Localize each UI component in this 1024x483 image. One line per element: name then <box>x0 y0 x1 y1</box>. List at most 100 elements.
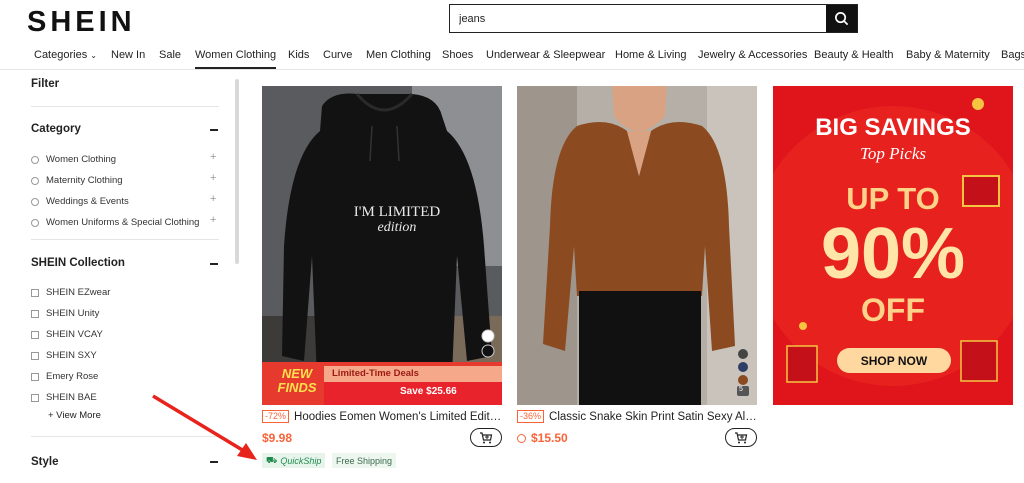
cart-plus-icon <box>735 431 748 443</box>
collapse-icon[interactable] <box>210 129 218 131</box>
product-title-row[interactable]: -36% Classic Snake Skin Print Satin Sexy… <box>517 410 757 423</box>
nav-label: Categories <box>34 49 88 61</box>
option-label: Women Clothing <box>46 154 117 165</box>
category-option[interactable]: Weddings & Events <box>31 196 129 207</box>
expand-plus-icon[interactable]: + <box>210 151 216 163</box>
search-button[interactable] <box>826 5 857 32</box>
quickship-tag: ⛟ QuickShip <box>262 453 326 468</box>
hoodie-photo <box>262 86 502 405</box>
product-price-row: $15.50 <box>517 431 568 445</box>
nav-shoes[interactable]: Shoes <box>442 49 473 61</box>
promo-banner[interactable]: BIG SAVINGS Top Picks UP TO 90% OFF SHOP… <box>773 86 1013 405</box>
shein-logo[interactable]: SHEIN <box>27 6 136 39</box>
nav-men-clothing[interactable]: Men Clothing <box>366 49 431 61</box>
nav-home-living[interactable]: Home & Living <box>615 49 687 61</box>
expand-plus-icon[interactable]: + <box>210 193 216 205</box>
collection-option[interactable]: Emery Rose <box>31 371 98 382</box>
option-label: Weddings & Events <box>46 196 129 207</box>
add-to-cart-button[interactable] <box>470 428 502 447</box>
sidebar-scrollbar[interactable] <box>235 79 239 264</box>
annotation-arrow <box>152 394 257 460</box>
checkbox[interactable] <box>31 309 39 318</box>
category-section-title[interactable]: Category <box>31 123 81 135</box>
option-label: SHEIN SXY <box>46 350 97 361</box>
search-icon <box>835 12 849 26</box>
checkbox[interactable] <box>31 393 39 402</box>
product-title-row[interactable]: -72% Hoodies Eomen Women's Limited Editi… <box>262 410 502 423</box>
nav-underwear-sleepwear[interactable]: Underwear & Sleepwear <box>486 49 605 61</box>
nav-curve[interactable]: Curve <box>323 49 352 61</box>
option-label: Maternity Clothing <box>46 175 123 186</box>
filter-title: Filter <box>31 78 60 90</box>
collapse-icon[interactable] <box>210 263 218 265</box>
radio-button[interactable] <box>31 218 39 227</box>
discount-badge: -36% <box>517 410 545 423</box>
category-option[interactable]: Women Uniforms & Special Clothing <box>31 217 199 228</box>
search-input[interactable] <box>450 5 826 32</box>
main-nav: Categories ⌄ New In Sale Women Clothing … <box>0 40 1024 70</box>
checkbox[interactable] <box>31 372 39 381</box>
clock-icon <box>517 433 526 443</box>
nav-bags[interactable]: Bags <box>1001 49 1024 61</box>
option-label: SHEIN Unity <box>46 308 100 319</box>
nav-women-clothing[interactable]: Women Clothing <box>195 49 277 69</box>
badge-line-finds: FINDS <box>277 380 317 395</box>
badge-line-new: NEW <box>281 366 313 381</box>
discount-badge: -72% <box>262 410 290 423</box>
collection-option[interactable]: SHEIN SXY <box>31 350 97 361</box>
divider <box>31 106 219 107</box>
print-line-2: edition <box>377 220 417 235</box>
nav-categories[interactable]: Categories ⌄ <box>34 49 97 61</box>
expand-plus-icon[interactable]: + <box>210 214 216 226</box>
collection-option[interactable]: SHEIN EZwear <box>31 287 110 298</box>
nav-baby-maternity[interactable]: Baby & Maternity <box>906 49 990 61</box>
promo-headline: BIG SAVINGS <box>815 114 971 141</box>
collection-option[interactable]: SHEIN VCAY <box>31 329 103 340</box>
radio-button[interactable] <box>31 155 39 164</box>
option-label: SHEIN VCAY <box>46 329 103 340</box>
radio-button[interactable] <box>31 176 39 185</box>
shein-page: SHEIN Categories ⌄ New In Sale Women Clo… <box>0 0 1024 483</box>
promo-up-to: UP TO <box>846 181 940 216</box>
satin-shirt-photo <box>517 86 757 405</box>
nav-beauty-health[interactable]: Beauty & Health <box>814 49 894 61</box>
nav-sale[interactable]: Sale <box>159 49 181 61</box>
radio-button[interactable] <box>31 197 39 206</box>
product-image[interactable]: 5 <box>517 86 757 405</box>
option-label: Women Uniforms & Special Clothing <box>46 217 200 228</box>
limited-time-deals-label: Limited-Time Deals <box>332 368 419 379</box>
product-title[interactable]: Classic Snake Skin Print Satin Sexy Allu… <box>549 411 757 423</box>
print-line-1: I'M LIMITED <box>353 204 441 220</box>
collection-option[interactable]: SHEIN Unity <box>31 308 99 319</box>
new-finds-badge: NEW FINDS <box>272 367 322 395</box>
nav-new-in[interactable]: New In <box>111 49 145 61</box>
checkbox[interactable] <box>31 288 39 297</box>
quickship-label: QuickShip <box>280 455 322 466</box>
category-option[interactable]: Women Clothing <box>31 154 116 165</box>
cart-plus-icon <box>480 431 493 443</box>
nav-jewelry-accessories[interactable]: Jewelry & Accessories <box>698 49 807 61</box>
add-to-cart-button[interactable] <box>725 428 757 447</box>
style-section-title[interactable]: Style <box>31 456 59 468</box>
divider <box>31 239 219 240</box>
promo-percent: 90% <box>820 214 966 294</box>
product-title[interactable]: Hoodies Eomen Women's Limited Edition... <box>294 411 502 423</box>
nav-kids[interactable]: Kids <box>288 49 309 61</box>
product-price: $15.50 <box>531 431 568 445</box>
checkbox[interactable] <box>31 351 39 360</box>
collection-section-title[interactable]: SHEIN Collection <box>31 257 125 269</box>
search-bar <box>449 4 858 33</box>
collection-option[interactable]: SHEIN BAE <box>31 392 97 403</box>
save-amount-label: Save $25.66 <box>400 386 457 397</box>
more-colors-count[interactable]: 5 <box>739 386 743 393</box>
option-label: Emery Rose <box>46 371 99 382</box>
expand-plus-icon[interactable]: + <box>210 172 216 184</box>
promo-subheadline: Top Picks <box>860 144 926 163</box>
category-option[interactable]: Maternity Clothing <box>31 175 123 186</box>
checkbox[interactable] <box>31 330 39 339</box>
option-label: SHEIN EZwear <box>46 287 111 298</box>
shop-now-button[interactable]: SHOP NOW <box>837 348 951 373</box>
product-image[interactable]: I'M LIMITED edition NEW FINDS Limited-Ti… <box>262 86 502 405</box>
view-more-link[interactable]: + View More <box>48 410 101 421</box>
chevron-down-icon: ⌄ <box>90 51 97 60</box>
